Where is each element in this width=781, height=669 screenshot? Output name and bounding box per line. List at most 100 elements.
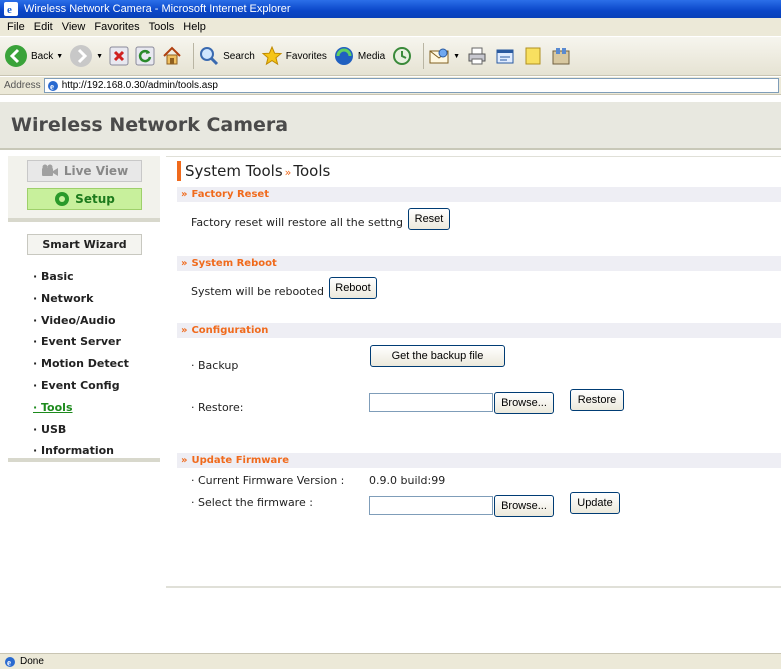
section-heading: Update Firmware [191, 455, 290, 466]
update-button[interactable]: Update [570, 492, 620, 514]
factory-reset-text: Factory reset will restore all the settn… [191, 216, 404, 229]
svg-text:e: e [7, 4, 12, 16]
svg-text:e: e [7, 657, 11, 667]
menu-view[interactable]: View [59, 18, 92, 36]
reset-button[interactable]: Reset [408, 208, 450, 230]
sidebar: Live View Setup Smart Wizard · Basic · N… [8, 156, 160, 462]
back-arrow-icon [5, 45, 27, 67]
media-button[interactable]: Media [333, 45, 385, 67]
toolbar-separator [423, 43, 425, 69]
messenger-button[interactable] [550, 45, 572, 67]
menu-edit[interactable]: Edit [31, 18, 59, 36]
restore-button[interactable]: Restore [570, 389, 624, 411]
current-firmware-label: · Current Firmware Version : [191, 474, 345, 487]
setup-gear-icon [55, 192, 70, 206]
get-backup-button[interactable]: Get the backup file [370, 345, 505, 367]
reboot-button[interactable]: Reboot [329, 277, 377, 299]
firmware-browse-button[interactable]: Browse... [494, 495, 554, 517]
double-chevron-icon: » [181, 455, 188, 466]
ie-logo-icon: e [4, 2, 18, 16]
nav-network[interactable]: · Network [33, 288, 129, 310]
print-button[interactable] [466, 45, 488, 67]
page-done-icon: e [5, 656, 15, 667]
double-chevron-icon: » [181, 325, 188, 336]
menu-help[interactable]: Help [180, 18, 212, 36]
camera-icon [41, 164, 58, 176]
double-chevron-icon: » [181, 189, 188, 200]
nav-usb[interactable]: · USB [33, 419, 129, 441]
title-bar[interactable]: e Wireless Network Camera - Microsoft In… [0, 0, 781, 18]
live-view-label: Live View [63, 164, 129, 178]
system-reboot-text: System will be rebooted [191, 285, 324, 298]
nav-label: Tools [41, 400, 73, 414]
page-icon: e [47, 80, 58, 91]
star-icon [261, 45, 283, 66]
stop-button[interactable] [109, 46, 129, 66]
sidebar-divider [8, 218, 160, 222]
messenger-icon [552, 48, 570, 65]
nav-video-audio[interactable]: · Video/Audio [33, 310, 129, 332]
search-button[interactable]: Search [198, 45, 255, 67]
divider [166, 586, 781, 588]
menu-favorites[interactable]: Favorites [91, 18, 145, 36]
menu-file[interactable]: File [4, 18, 31, 36]
address-url: http://192.168.0.30/admin/tools.asp [61, 80, 218, 91]
nav-label: Video/Audio [41, 313, 116, 327]
firmware-file-input[interactable] [369, 496, 493, 515]
status-text: Done [20, 656, 44, 667]
search-icon [200, 47, 219, 66]
edit-button[interactable] [494, 45, 516, 67]
home-button[interactable] [161, 45, 183, 67]
restore-browse-button[interactable]: Browse... [494, 392, 554, 414]
stop-icon [109, 46, 129, 66]
discuss-button[interactable] [522, 45, 544, 67]
forward-button[interactable]: ▼ [69, 44, 103, 68]
address-label: Address [4, 80, 41, 91]
history-button[interactable] [391, 45, 413, 67]
sidebar-divider [8, 458, 160, 462]
dropdown-arrow-icon[interactable]: ▼ [453, 53, 460, 60]
smart-wizard-button[interactable]: Smart Wizard [27, 234, 142, 255]
divider [166, 156, 781, 157]
nav-event-config[interactable]: · Event Config [33, 375, 129, 397]
menu-tools[interactable]: Tools [146, 18, 181, 36]
nav-label: Motion Detect [41, 357, 129, 371]
mail-button[interactable]: ▼ [428, 45, 460, 67]
address-bar: Address e http://192.168.0.30/admin/tool… [0, 77, 781, 95]
nav-label: Event Server [41, 335, 121, 349]
nav-tools[interactable]: · Tools [33, 397, 129, 419]
double-chevron-icon: » [181, 258, 188, 269]
forward-arrow-icon [70, 45, 93, 67]
toolbar-separator [193, 43, 195, 69]
smart-wizard-label: Smart Wizard [42, 238, 127, 251]
backup-label: · Backup [191, 359, 239, 372]
page-title-section: System Tools [185, 162, 283, 180]
mail-icon [429, 48, 449, 64]
browser-toolbar: Back ▼ ▼ Search Favorites Media ▼ [0, 36, 781, 76]
nav-label: Basic [41, 270, 74, 283]
live-view-button[interactable]: Live View [27, 160, 142, 182]
browser-window: e Wireless Network Camera - Microsoft In… [0, 0, 781, 669]
back-button[interactable]: Back ▼ [4, 44, 63, 68]
notes-icon [525, 47, 541, 65]
media-label: Media [357, 50, 386, 62]
nav-basic[interactable]: · Basic [33, 266, 129, 288]
address-input[interactable]: e http://192.168.0.30/admin/tools.asp [43, 78, 779, 93]
restore-file-input[interactable] [369, 393, 493, 412]
nav-event-server[interactable]: · Event Server [33, 331, 129, 353]
update-firmware-header: » Update Firmware [177, 453, 781, 468]
favorites-button[interactable]: Favorites [261, 45, 327, 67]
home-icon [163, 46, 181, 65]
refresh-button[interactable] [135, 46, 155, 66]
dropdown-arrow-icon[interactable]: ▼ [96, 53, 103, 60]
setup-button[interactable]: Setup [27, 188, 142, 210]
nav-label: USB [41, 422, 67, 436]
section-heading: Configuration [191, 325, 269, 336]
nav-label: Information [41, 444, 115, 458]
refresh-icon [135, 46, 155, 66]
select-firmware-label: · Select the firmware : [191, 496, 313, 509]
dropdown-arrow-icon[interactable]: ▼ [56, 53, 63, 60]
nav-motion-detect[interactable]: · Motion Detect [33, 353, 129, 375]
settings-nav: · Basic · Network · Video/Audio · Event … [33, 266, 129, 462]
factory-reset-header: » Factory Reset [177, 187, 781, 202]
